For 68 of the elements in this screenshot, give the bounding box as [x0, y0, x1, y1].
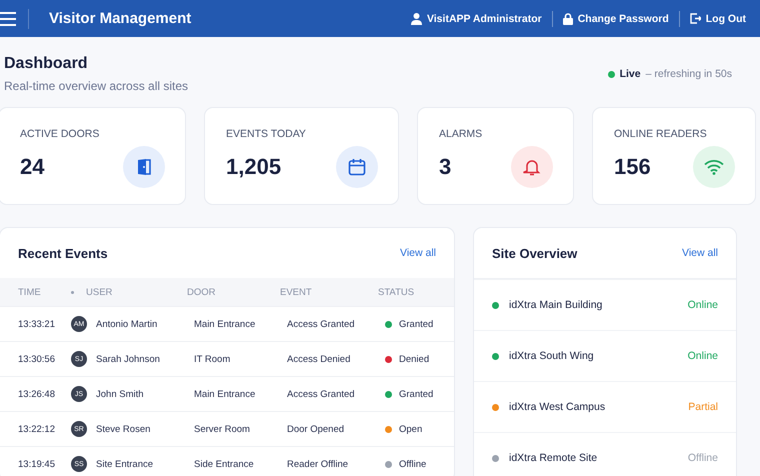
site-name: idXtra South Wing: [509, 350, 595, 362]
status-cell: Offline: [399, 458, 426, 470]
door-cell-text: Main Entrance: [194, 388, 256, 400]
view-all-link[interactable]: View all: [400, 247, 436, 259]
user-cell: Antonio Martin: [96, 318, 158, 330]
event-cell-text: Access Granted: [287, 388, 356, 400]
site-name: idXtra Remote Site: [509, 452, 598, 464]
site-status: Online: [688, 350, 718, 362]
door-cell-text: Side Entrance: [194, 458, 255, 470]
live-status-dot: [608, 70, 615, 78]
panel-title: Recent Events: [18, 246, 108, 260]
user-name[interactable]: VisitAPP Administrator: [426, 12, 542, 24]
door-icon: [123, 146, 165, 188]
site-name: idXtra West Campus: [509, 401, 606, 413]
refresh-text: – refreshing in 50s: [646, 68, 732, 80]
app-title: Visitor Management: [49, 10, 192, 27]
time-cell-text: 13:19:45: [18, 458, 56, 470]
user-cell: Steve Rosen: [96, 424, 150, 434]
stat-value: 1,205: [226, 154, 282, 180]
panel-title: Site Overview: [492, 246, 578, 260]
event-cell-text: Door Opened: [287, 424, 346, 434]
status-cell: Granted: [399, 388, 434, 400]
change-password-link[interactable]: Change Password: [578, 12, 669, 24]
calendar-icon: [336, 146, 378, 188]
time-cell-text: 13:30:56: [18, 354, 56, 364]
stat-label: ALARMS: [439, 128, 484, 140]
bell-icon: [511, 146, 553, 188]
event-cell-text: Access Granted: [287, 318, 356, 330]
stat-value: 156: [614, 154, 651, 180]
site-status: Partial: [688, 401, 718, 413]
time-cell-text: 13:26:48: [18, 388, 56, 400]
user-cell: Site Entrance: [96, 458, 154, 470]
user-cell: Sarah Johnson: [96, 354, 160, 364]
door-cell-text: Main Entrance: [194, 318, 256, 330]
stat-value: 3: [439, 154, 452, 180]
door-cell-text: Server Room: [194, 424, 251, 434]
page-title: Dashboard: [4, 55, 89, 73]
time-cell-text: 13:33:21: [18, 318, 56, 330]
time-cell-text: 13:22:12: [18, 424, 56, 434]
stat-label: ONLINE READERS: [614, 128, 708, 140]
column-header: STATUS: [378, 286, 414, 298]
view-all-link[interactable]: View all: [682, 247, 718, 259]
live-label: Live: [620, 68, 641, 80]
status-cell: Denied: [399, 354, 430, 364]
event-cell-text: Access Denied: [287, 354, 352, 364]
column-header: DOOR: [187, 286, 216, 298]
wifi-icon: [693, 146, 735, 188]
menu-icon[interactable]: [0, 12, 16, 26]
user-cell: John Smith: [96, 388, 144, 400]
event-cell-text: Reader Offline: [287, 458, 350, 470]
column-header: TIME: [18, 286, 42, 298]
status-cell: Granted: [399, 318, 434, 330]
stat-label: EVENTS TODAY: [226, 128, 307, 140]
lock-icon: [562, 12, 573, 24]
stat-label: ACTIVE DOORS: [20, 128, 100, 140]
sort-dot-icon: [71, 290, 74, 294]
logout-link[interactable]: Log Out: [706, 12, 746, 24]
door-cell-text: IT Room: [194, 354, 232, 364]
column-header: USER: [86, 286, 114, 298]
user-icon: [410, 12, 422, 24]
column-header: EVENT: [280, 286, 313, 298]
site-name: idXtra Main Building: [509, 299, 604, 311]
stat-value: 24: [20, 154, 44, 180]
site-status: Offline: [688, 452, 718, 464]
page-subtitle: Real-time overview across all sites: [4, 79, 188, 93]
status-cell: Open: [399, 424, 422, 434]
logout-icon: [690, 13, 701, 24]
site-status: Online: [688, 299, 718, 311]
